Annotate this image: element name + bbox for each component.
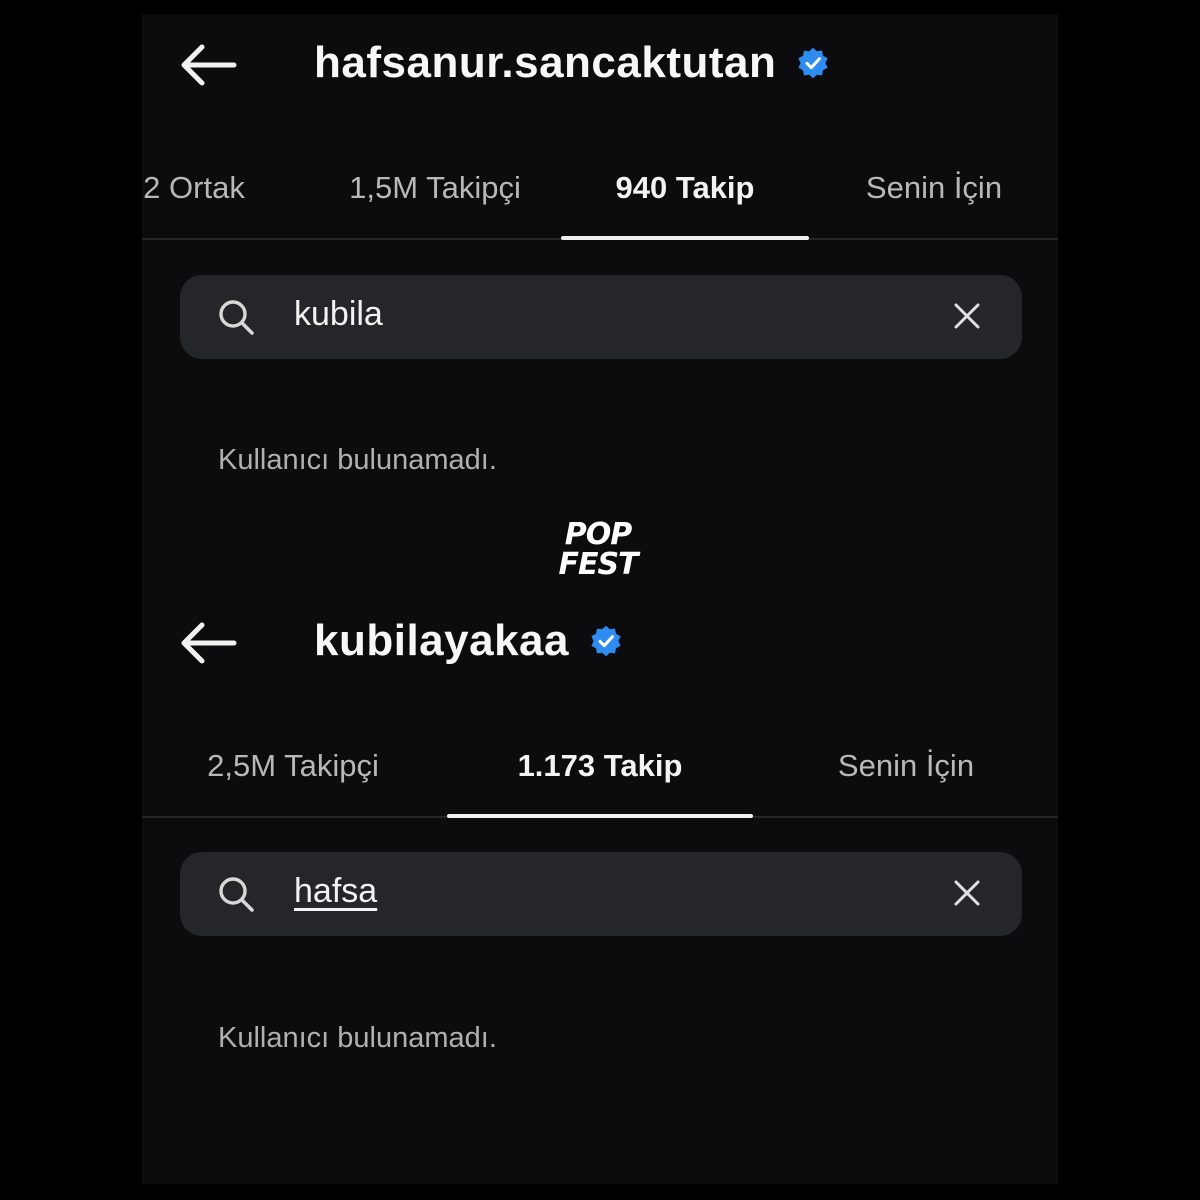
tab-for-you[interactable]: Senin İçin — [822, 716, 990, 816]
tab-following[interactable]: 940 Takip — [561, 138, 809, 240]
search-input[interactable]: hafsa — [180, 852, 1022, 936]
profile-title: hafsanur.sancaktutan — [314, 38, 830, 88]
logo-line-1: POP — [564, 517, 632, 552]
profile-header: kubilayakaa — [142, 592, 1058, 702]
tab-label: 1,5M Takipçi — [349, 170, 521, 205]
top-profile-screen: hafsanur.sancaktutan 2 Ortak 1,5M Takipç… — [142, 14, 1058, 592]
no-user-found-message: Kullanıcı bulunamadı. — [218, 444, 497, 476]
profile-tabs: 2,5M Takipçi 1.173 Takip Senin İçin — [142, 716, 1058, 818]
arrow-left-icon — [181, 44, 237, 86]
profile-header: hafsanur.sancaktutan — [142, 14, 1058, 124]
back-button[interactable] — [178, 42, 238, 88]
profile-username: kubilayakaa — [314, 616, 569, 665]
tab-label: 2,5M Takipçi — [207, 748, 379, 783]
profile-tabs: 2 Ortak 1,5M Takipçi 940 Takip Senin İçi… — [142, 138, 1058, 240]
tab-label: 940 Takip — [615, 170, 755, 205]
tab-followers[interactable]: 2,5M Takipçi — [182, 716, 404, 816]
tab-label: 1.173 Takip — [517, 748, 683, 783]
logo-line-2: FEST — [558, 547, 638, 582]
search-icon — [219, 877, 254, 912]
close-icon[interactable] — [952, 301, 982, 331]
tab-for-you[interactable]: Senin İçin — [852, 138, 1016, 238]
search-input[interactable]: kubila — [180, 275, 1022, 359]
tab-label: 2 Ortak — [143, 170, 245, 205]
arrow-left-icon — [181, 622, 237, 664]
tab-mutual[interactable]: 2 Ortak — [124, 138, 264, 238]
search-value[interactable]: hafsa — [294, 872, 377, 911]
no-user-found-message: Kullanıcı bulunamadı. — [218, 1022, 497, 1054]
popfest-logo: POP FEST — [556, 518, 640, 582]
verified-badge-icon — [798, 47, 828, 79]
bottom-profile-screen: kubilayakaa 2,5M Takipçi 1.173 Takip Sen… — [142, 592, 1058, 1184]
search-value[interactable]: kubila — [294, 295, 383, 334]
profile-title: kubilayakaa — [314, 616, 623, 666]
search-icon — [219, 300, 254, 335]
back-button[interactable] — [178, 620, 238, 666]
verified-badge-icon — [591, 625, 621, 657]
tab-label: Senin İçin — [837, 748, 975, 783]
profile-username: hafsanur.sancaktutan — [314, 38, 777, 87]
tab-following[interactable]: 1.173 Takip — [447, 716, 753, 818]
tab-followers[interactable]: 1,5M Takipçi — [332, 138, 538, 238]
close-icon[interactable] — [952, 878, 982, 908]
tab-label: Senin İçin — [865, 170, 1003, 205]
